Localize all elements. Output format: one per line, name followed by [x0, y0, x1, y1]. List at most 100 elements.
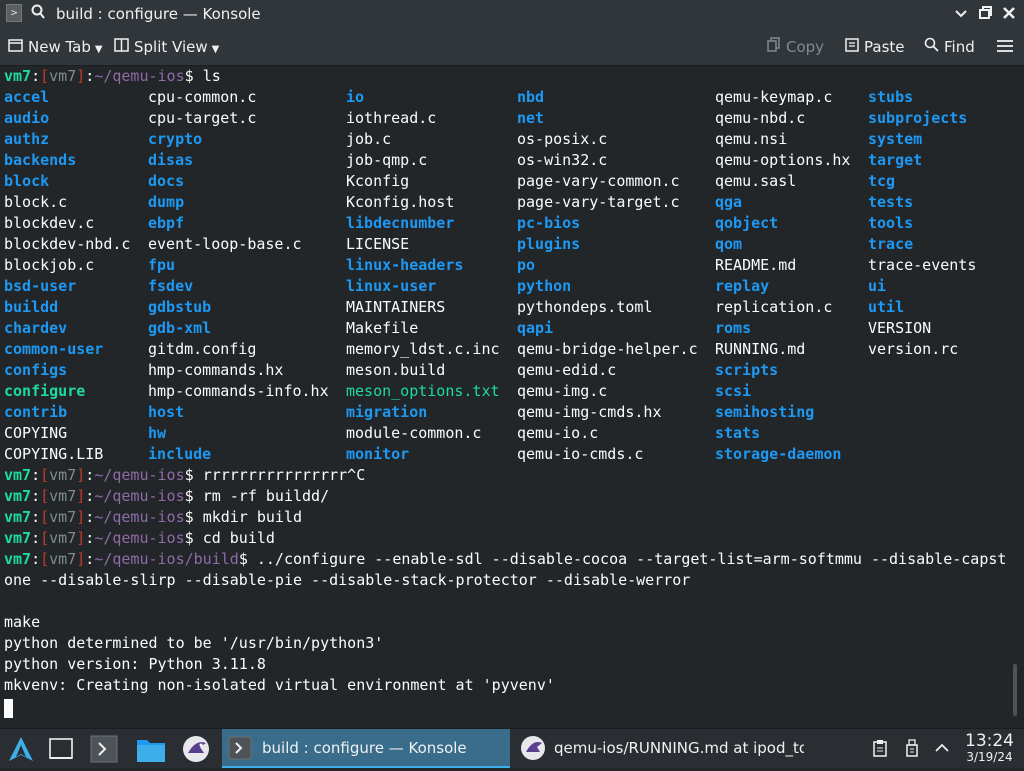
ls-entry-directory: scsi: [715, 382, 752, 400]
ls-entry-directory: linux-user: [346, 277, 437, 295]
prompt-line: vm7:[vm7]:~/qemu-ios$ cd build: [4, 529, 275, 547]
new-tab-label: New Tab: [28, 38, 91, 56]
ls-entry-file: page-vary-target.c: [517, 193, 680, 211]
ls-entry-directory: disas: [148, 151, 194, 169]
prompt-host: vm7: [4, 466, 32, 484]
paste-button[interactable]: Paste: [845, 37, 905, 57]
ls-entry-directory: python: [517, 277, 572, 295]
ls-entry-directory: qom: [715, 235, 743, 253]
ls-entry-file: os-win32.c: [517, 151, 608, 169]
ls-entry-directory: gdbstub: [148, 298, 212, 316]
prompt-path: ~/qemu-ios: [94, 487, 185, 505]
taskbar: build : configure — Konsole qemu-ios/RUN…: [0, 728, 1024, 768]
app-launcher-icon[interactable]: [4, 731, 38, 767]
task-browser[interactable]: qemu-ios/RUNNING.md at ipod_to...: [514, 729, 804, 768]
ls-entry-directory: migration: [346, 403, 428, 421]
window-titlebar[interactable]: > build : configure — Konsole: [0, 0, 1024, 28]
close-icon[interactable]: [1000, 4, 1018, 22]
prompt-host: vm7: [4, 487, 32, 505]
ls-entry-directory: bsd-user: [4, 277, 77, 295]
prompt-host: vm7: [4, 508, 32, 526]
terminal-icon: [228, 736, 252, 766]
copy-label: Copy: [786, 38, 825, 56]
split-view-button[interactable]: Split View ▼: [114, 37, 219, 60]
command-text: rm -rf buildd/: [202, 487, 330, 505]
clock[interactable]: 13:24 3/19/24: [965, 732, 1014, 765]
find-button[interactable]: Find: [924, 37, 975, 57]
ls-entry-directory: storage-daemon: [715, 445, 842, 463]
ls-entry-directory: monitor: [346, 445, 410, 463]
output-line: one --disable-slirp --disable-pie --disa…: [4, 571, 691, 589]
ls-entry-directory: hw: [148, 424, 167, 442]
kate-icon: [520, 735, 546, 768]
terminal-icon[interactable]: [88, 731, 120, 767]
command-text: mkdir build: [202, 508, 303, 526]
prompt-name: vm7: [49, 529, 77, 547]
maximize-icon[interactable]: [976, 4, 994, 22]
ls-entry-file: COPYING.LIB: [4, 445, 104, 463]
prompt-line: vm7:[vm7]:~/qemu-ios$ mkdir build: [4, 508, 303, 526]
ls-entry-directory: qga: [715, 193, 743, 211]
prompt-host: vm7: [4, 529, 32, 547]
ls-entry-file: iothread.c: [346, 109, 437, 127]
ls-entry-directory: gdb-xml: [148, 319, 212, 337]
terminal-area[interactable]: accel audio authz backends block block.c block…: [0, 66, 1024, 728]
expand-tray-icon[interactable]: [934, 739, 950, 761]
ls-entry-file: README.md: [715, 256, 797, 274]
window-title: build : configure — Konsole: [56, 5, 261, 23]
scrollbar[interactable]: [1013, 664, 1017, 716]
copy-icon: [767, 37, 781, 57]
konsole-app-icon[interactable]: >: [6, 4, 22, 22]
ls-entry-directory: fsdev: [148, 277, 194, 295]
copy-button[interactable]: Copy: [767, 37, 824, 57]
minimize-icon[interactable]: [952, 4, 970, 22]
ls-entry-file: job.c: [346, 130, 392, 148]
pin-icon[interactable]: [30, 3, 46, 25]
task-konsole[interactable]: build : configure — Konsole: [222, 729, 510, 768]
ls-entry-file: pythondeps.toml: [517, 298, 653, 316]
prompt-line: vm7:[vm7]:~/qemu-ios$ rm -rf buildd/: [4, 487, 330, 505]
prompt-path: ~/qemu-ios: [94, 67, 185, 85]
ls-entry-file: cpu-target.c: [148, 109, 257, 127]
ls-entry-directory: docs: [148, 172, 185, 190]
ls-entry-directory: chardev: [4, 319, 68, 337]
ls-entry-file: qemu-io.c: [517, 424, 599, 442]
clipboard-icon[interactable]: [872, 739, 888, 761]
ls-entry-directory: authz: [4, 130, 50, 148]
ls-entry-directory: ui: [868, 277, 887, 295]
ls-entry-file: qemu-bridge-helper.c: [517, 340, 698, 358]
ls-entry-file: qemu-img-cmds.hx: [517, 403, 662, 421]
ls-entry-file: gitdm.config: [148, 340, 257, 358]
ls-entry-file: blockjob.c: [4, 256, 95, 274]
ls-entry-file: LICENSE: [346, 235, 410, 253]
hamburger-menu-icon[interactable]: [997, 38, 1013, 58]
ls-entry-directory: common-user: [4, 340, 104, 358]
ls-entry-directory: qapi: [517, 319, 554, 337]
ls-entry-file: qemu-nbd.c: [715, 109, 806, 127]
usb-icon[interactable]: [904, 739, 920, 761]
ls-entry-file: meson_options.txt: [346, 382, 500, 400]
ls-entry-file: Kconfig.host: [346, 193, 455, 211]
ls-entry-directory: po: [517, 256, 536, 274]
konsole-toolbar: New Tab ▼ Split View ▼ Copy Paste Find: [0, 28, 1024, 66]
file-manager-icon[interactable]: [134, 731, 168, 767]
ls-entry-file: memory_ldst.c.inc: [346, 340, 500, 358]
kate-icon[interactable]: [180, 731, 212, 767]
clock-date: 3/19/24: [966, 750, 1013, 764]
ls-entry-directory: block: [4, 172, 50, 190]
ls-entry-directory: stats: [715, 424, 761, 442]
new-tab-button[interactable]: New Tab ▼: [8, 37, 103, 60]
output-line: make: [4, 613, 41, 631]
clock-time: 13:24: [965, 731, 1014, 751]
prompt-line: vm7:[vm7]:~/qemu-ios$ ls: [4, 67, 221, 85]
prompt-host: vm7: [4, 550, 32, 568]
ls-entry-file: Makefile: [346, 319, 419, 337]
ls-entry-file: block.c: [4, 193, 68, 211]
split-view-label: Split View: [134, 38, 208, 56]
ls-entry-file: Kconfig: [346, 172, 410, 190]
find-label: Find: [944, 38, 975, 56]
show-desktop-icon[interactable]: [46, 731, 76, 767]
ls-entry-file: qemu-img.c: [517, 382, 608, 400]
prompt-name: vm7: [49, 550, 77, 568]
ls-entry-directory: nbd: [517, 88, 545, 106]
